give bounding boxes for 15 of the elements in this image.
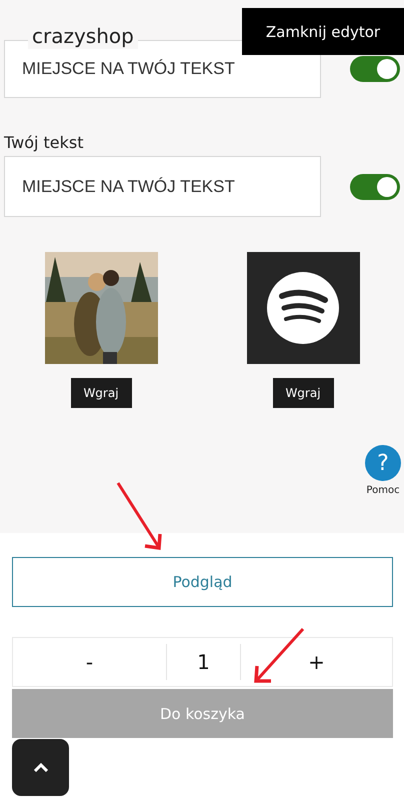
preview-button[interactable]: Podgląd	[12, 557, 393, 607]
upload-button[interactable]: Wgraj	[70, 378, 132, 408]
help-button[interactable]: ?	[365, 445, 401, 481]
text-field[interactable]: MIEJSCE NA TWÓJ TEKST	[4, 156, 321, 217]
annotation-arrow	[254, 628, 304, 683]
help-label: Pomoc	[366, 485, 400, 496]
quantity-field[interactable]: 1	[166, 644, 241, 680]
back-to-top-button[interactable]	[12, 739, 69, 796]
field-label: Twój tekst	[4, 133, 85, 153]
annotation-arrow	[116, 482, 162, 550]
chevron-up-icon	[34, 763, 48, 772]
upload-button[interactable]: Wgraj	[272, 378, 334, 408]
close-editor-button[interactable]: Zamknij edytor	[242, 8, 404, 55]
toggle-switch[interactable]	[350, 56, 400, 82]
toggle-switch[interactable]	[350, 174, 400, 200]
